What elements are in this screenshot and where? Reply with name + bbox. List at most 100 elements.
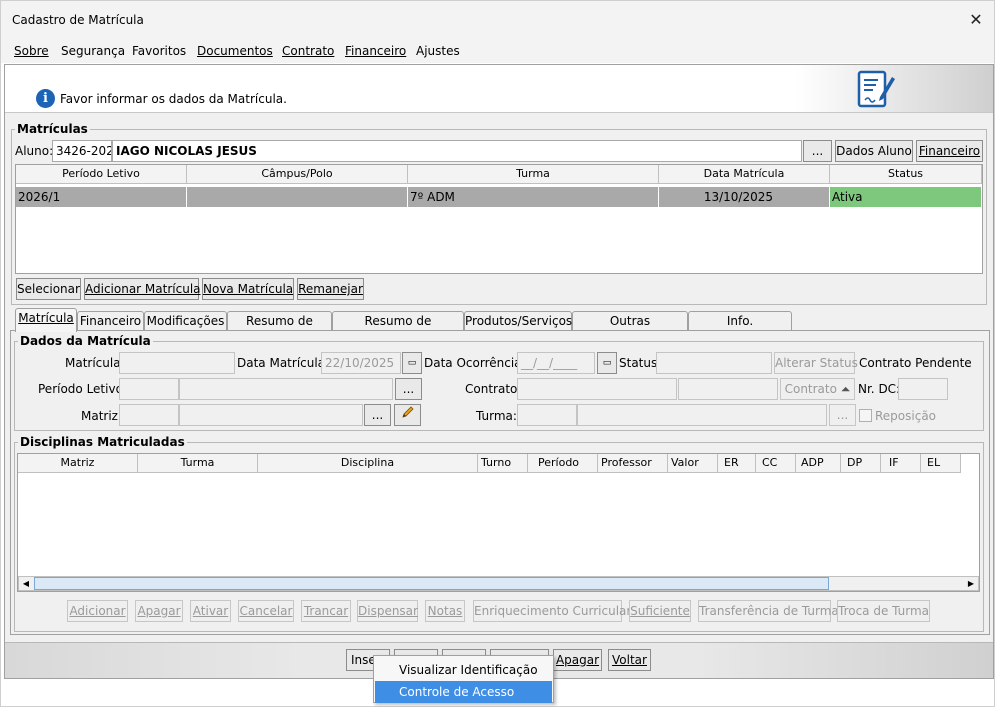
matriz-label: Matriz: bbox=[81, 409, 123, 423]
aluno-label: Aluno: bbox=[15, 144, 54, 158]
nova-matricula-button[interactable]: Nova Matrícula bbox=[202, 278, 294, 300]
suficiente-button[interactable]: Suficiente bbox=[629, 600, 691, 622]
col-er[interactable]: ER bbox=[718, 454, 756, 473]
tab-info-educacenso[interactable]: Info. EducaCenso bbox=[688, 311, 792, 346]
data-matricula-field[interactable]: 22/10/2025 bbox=[321, 352, 401, 374]
ativar-button[interactable]: Ativar bbox=[190, 600, 231, 622]
row-periodo[interactable]: 2026/1 bbox=[16, 187, 187, 207]
enriquecimento-button[interactable]: Enriquecimento Curricular bbox=[473, 600, 631, 622]
row-status[interactable]: Ativa bbox=[830, 187, 982, 207]
aluno-code-field[interactable]: 3426-2022 bbox=[52, 140, 112, 162]
periodo-name-field[interactable] bbox=[179, 378, 393, 400]
contrato-field-2[interactable] bbox=[678, 378, 778, 400]
notas-button[interactable]: Notas bbox=[425, 600, 465, 622]
contrato-dropdown-button[interactable]: Contrato ⏶ bbox=[780, 378, 855, 400]
alterar-status-button[interactable]: Alterar Status bbox=[774, 352, 858, 374]
row-data[interactable]: 13/10/2025 bbox=[659, 187, 830, 207]
aluno-name-field[interactable]: IAGO NICOLAS JESUS bbox=[112, 140, 802, 162]
matricula-field[interactable] bbox=[119, 352, 235, 374]
tab-outras-informacoes[interactable]: Outras Informações bbox=[572, 311, 688, 346]
col-dp[interactable]: DP bbox=[841, 454, 881, 473]
scroll-thumb[interactable] bbox=[34, 577, 829, 590]
menu-favoritos[interactable]: Favoritos bbox=[132, 44, 186, 58]
financeiro-button[interactable]: Financeiro bbox=[916, 140, 983, 162]
scroll-left-icon[interactable]: ◀ bbox=[19, 577, 33, 590]
col-periodo-letivo[interactable]: Período Letivo bbox=[16, 165, 187, 184]
cancelar-button[interactable]: Cancelar bbox=[238, 600, 294, 622]
menu-seguranca[interactable]: Segurança bbox=[61, 44, 125, 58]
tab-matricula[interactable]: Matrícula bbox=[15, 308, 77, 332]
col-campus-polo[interactable]: Câmpus/Polo bbox=[187, 165, 408, 184]
col-valor[interactable]: Valor bbox=[668, 454, 718, 473]
menu-item-visualizar-identificacao[interactable]: Visualizar Identificação bbox=[375, 659, 552, 681]
menu-sobre[interactable]: Sobre bbox=[14, 44, 49, 58]
pencil-icon[interactable] bbox=[394, 404, 421, 426]
col-el[interactable]: EL bbox=[921, 454, 961, 473]
window-title: Cadastro de Matrícula bbox=[12, 13, 144, 27]
col-adp[interactable]: ADP bbox=[796, 454, 841, 473]
contrato-field[interactable] bbox=[517, 378, 677, 400]
col-data-matricula[interactable]: Data Matrícula bbox=[659, 165, 830, 184]
adicionar-matricula-button[interactable]: Adicionar Matrícula bbox=[84, 278, 201, 300]
horizontal-scrollbar[interactable]: ◀ ▶ bbox=[18, 576, 979, 591]
apagar-button[interactable]: Apagar bbox=[553, 649, 602, 671]
menu-documentos[interactable]: Documentos bbox=[197, 44, 273, 58]
col-turno[interactable]: Turno bbox=[478, 454, 528, 473]
contrato-pendente-label: Contrato Pendente bbox=[859, 356, 972, 370]
tab-resumo-notas[interactable]: Resumo de Notas bbox=[227, 311, 332, 346]
tab-financeiro[interactable]: Financeiro bbox=[77, 311, 144, 331]
status-field[interactable] bbox=[656, 352, 772, 374]
selecionar-button[interactable]: Selecionar bbox=[16, 278, 81, 300]
tab-resumo-frequencia[interactable]: Resumo de Frequência bbox=[332, 311, 464, 346]
periodo-search-button[interactable]: ... bbox=[395, 378, 422, 400]
trancar-button[interactable]: Trancar bbox=[301, 600, 351, 622]
tab-produtos-servicos[interactable]: Produtos/Serviços bbox=[464, 311, 572, 331]
menu-contrato[interactable]: Contrato bbox=[282, 44, 334, 58]
main-window: Cadastro de Matrícula ✕ Sobre Segurança … bbox=[0, 0, 995, 707]
troca-turma-button[interactable]: Troca de Turma bbox=[837, 600, 930, 622]
disciplinas-group-label: Disciplinas Matriculadas bbox=[18, 435, 187, 449]
matriz-search-button[interactable]: ... bbox=[364, 404, 391, 426]
matriz-name-field[interactable] bbox=[179, 404, 363, 426]
matriz-code-field[interactable] bbox=[119, 404, 179, 426]
voltar-button[interactable]: Voltar bbox=[608, 649, 651, 671]
aluno-search-button[interactable]: ... bbox=[803, 140, 832, 162]
turma-name-field[interactable] bbox=[577, 404, 827, 426]
menu-financeiro[interactable]: Financeiro bbox=[345, 44, 406, 58]
col-matriz[interactable]: Matriz bbox=[18, 454, 138, 473]
data-ocorrencia-field[interactable]: __/__/____ bbox=[517, 352, 595, 374]
turma-search-button[interactable]: ... bbox=[829, 404, 856, 426]
col-turma[interactable]: Turma bbox=[408, 165, 659, 184]
dados-aluno-button[interactable]: Dados Aluno bbox=[835, 140, 913, 162]
reposicao-checkbox[interactable] bbox=[859, 409, 872, 422]
disciplinas-grid[interactable]: Matriz Turma Disciplina Turno Período Pr… bbox=[17, 453, 980, 592]
calendar-icon[interactable]: ▭ bbox=[402, 352, 422, 374]
turma-code-field[interactable] bbox=[517, 404, 577, 426]
apagar-disciplina-button[interactable]: Apagar bbox=[135, 600, 183, 622]
scroll-right-icon[interactable]: ▶ bbox=[964, 577, 978, 590]
col-disciplina[interactable]: Disciplina bbox=[258, 454, 478, 473]
col-turma[interactable]: Turma bbox=[138, 454, 258, 473]
row-turma[interactable]: 7º ADM bbox=[408, 187, 659, 207]
transferencia-turma-button[interactable]: Transferência de Turma bbox=[698, 600, 839, 622]
chevron-up-icon: ⏶ bbox=[840, 382, 851, 396]
menu-item-controle-acesso[interactable]: Controle de Acesso bbox=[375, 681, 552, 703]
periodo-letivo-label: Período Letivo: bbox=[38, 382, 127, 396]
matriculas-group-label: Matrículas bbox=[15, 122, 90, 136]
remanejar-button[interactable]: Remanejar bbox=[297, 278, 364, 300]
col-professor[interactable]: Professor bbox=[598, 454, 668, 473]
dispensar-button[interactable]: Dispensar bbox=[357, 600, 418, 622]
calendar-icon-2[interactable]: ▭ bbox=[597, 352, 617, 374]
adicionar-button[interactable]: Adicionar bbox=[67, 600, 128, 622]
col-periodo[interactable]: Período bbox=[528, 454, 598, 473]
col-if[interactable]: IF bbox=[881, 454, 921, 473]
col-status[interactable]: Status bbox=[830, 165, 982, 184]
close-icon[interactable]: ✕ bbox=[964, 9, 988, 31]
row-campus[interactable] bbox=[187, 187, 408, 207]
periodo-code-field[interactable] bbox=[119, 378, 179, 400]
col-cc[interactable]: CC bbox=[756, 454, 796, 473]
menu-ajustes[interactable]: Ajustes bbox=[416, 44, 460, 58]
matriculas-grid[interactable]: Período Letivo Câmpus/Polo Turma Data Ma… bbox=[15, 164, 983, 274]
nr-dc-field[interactable] bbox=[898, 378, 948, 400]
tab-modificacoes[interactable]: Modificações bbox=[144, 311, 227, 331]
